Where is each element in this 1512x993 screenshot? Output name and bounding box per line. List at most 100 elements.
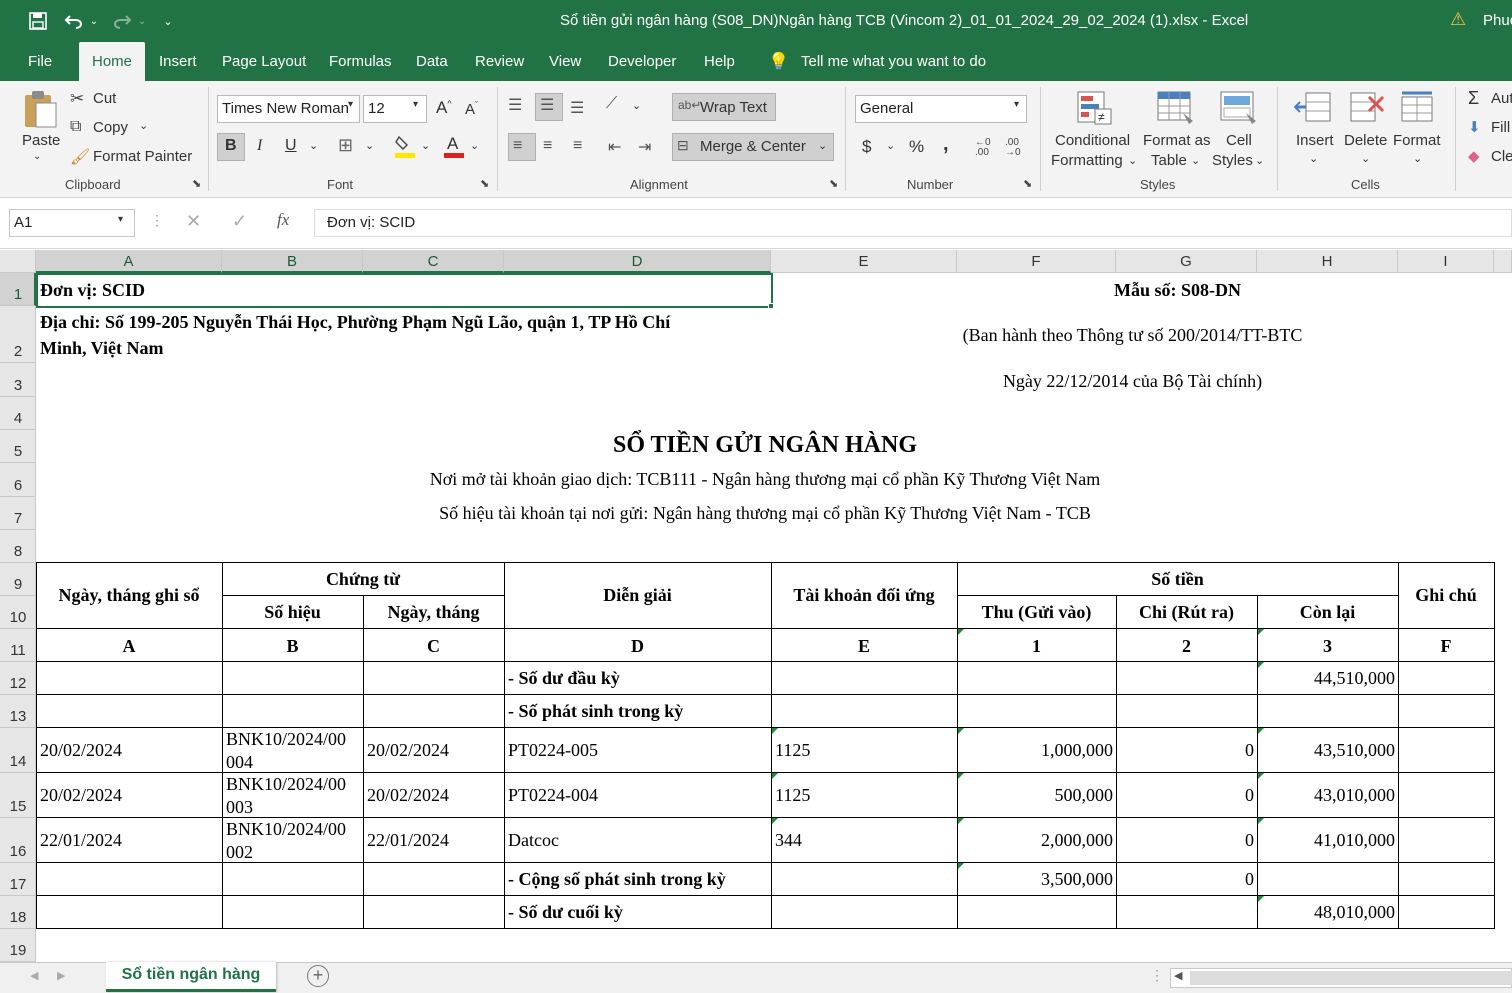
wrap-text-button[interactable]: Wrap Text [700,99,767,116]
code-cell[interactable]: 2 [1116,636,1257,657]
paste-button[interactable]: Paste [22,132,60,149]
row-header-2[interactable]: 2 [0,306,36,363]
entry-chi[interactable]: 0 [1116,830,1254,851]
header-tai-khoan-doi-ung[interactable]: Tài khoản đối ứng [771,585,957,606]
don-vi-cell[interactable]: Đơn vị: SCID [40,280,145,301]
row-header-19[interactable]: 19 [0,929,36,962]
delete-dropdown-icon[interactable]: ⌄ [1361,152,1370,165]
customize-quick-access-icon[interactable]: ⌄ [160,9,176,33]
increase-decimal-icon[interactable]: ←0.00 [975,138,991,158]
entry-thu[interactable]: 1,000,000 [957,740,1113,761]
column-header-d[interactable]: D [504,250,771,273]
row-header-5[interactable]: 5 [0,430,36,463]
percent-button[interactable]: % [909,137,924,157]
font-name-dropdown-icon[interactable]: ▾ [348,99,353,110]
align-left-icon[interactable]: ≡ [513,137,522,155]
code-cell[interactable]: B [222,636,363,657]
fill-icon[interactable]: ⬇ [1468,118,1481,136]
user-name[interactable]: Phuc [1483,12,1512,29]
currency-dropdown-icon[interactable]: ⌄ [886,139,895,152]
entry-dien-giai[interactable]: Datcoc [508,830,559,851]
cell-styles-button[interactable]: Cell [1226,132,1252,149]
undo-dropdown-icon[interactable]: ⌄ [88,9,100,33]
orientation-icon[interactable]: ⟋ [606,95,617,113]
selected-cell-a1[interactable] [36,273,773,308]
tab-file[interactable]: File [28,42,52,81]
tab-view[interactable]: View [549,42,581,81]
increase-font-icon[interactable]: A^ [436,98,452,118]
bold-button[interactable]: B [225,137,237,155]
scroll-sheets-left-icon[interactable]: ◀ [30,969,38,982]
entry-so-hieu[interactable]: BNK10/2024/00 004 [226,728,346,774]
conditional-formatting-icon[interactable]: ≠ [1077,91,1113,129]
borders-icon[interactable]: ⊞ [338,135,353,156]
code-cell[interactable]: E [771,636,957,657]
entry-chi[interactable]: 0 [1116,785,1254,806]
font-color-icon[interactable]: A [444,133,464,161]
fill-color-dropdown-icon[interactable]: ⌄ [421,139,430,152]
insert-cells-button[interactable]: Insert [1296,132,1334,149]
header-chi[interactable]: Chi (Rút ra) [1116,602,1257,623]
copy-icon[interactable]: ⧉ [70,118,81,136]
cell-styles-dropdown-icon[interactable]: ⌄ [1255,154,1264,167]
font-launcher-icon[interactable]: ⬊ [480,177,489,190]
name-box-dropdown-icon[interactable]: ▾ [118,214,123,225]
row-header-1[interactable]: 1 [0,273,36,306]
column-header-f[interactable]: F [957,250,1116,273]
comma-button[interactable]: , [943,133,949,156]
entry-so-hieu[interactable]: BNK10/2024/00 003 [226,773,346,819]
column-header-c[interactable]: C [363,250,504,273]
row-header-7[interactable]: 7 [0,497,36,530]
conditional-dropdown-icon[interactable]: ⌄ [1128,154,1137,167]
row-header-17[interactable]: 17 [0,863,36,896]
row-header-6[interactable]: 6 [0,463,36,497]
tab-split-grip-icon[interactable]: ⋮ [1150,967,1164,984]
italic-button[interactable]: I [257,137,262,155]
horizontal-scrollbar-thumb[interactable] [1190,971,1512,985]
borders-dropdown-icon[interactable]: ⌄ [365,139,374,152]
copy-button[interactable]: Copy [93,119,128,136]
header-thu[interactable]: Thu (Gửi vào) [957,602,1116,623]
cong-phat-sinh-label[interactable]: - Cộng số phát sinh trong kỳ [508,869,726,890]
clipboard-launcher-icon[interactable]: ⬊ [192,177,201,190]
autosum-icon[interactable]: Σ [1468,88,1479,109]
clear-button[interactable]: Cle [1491,148,1512,165]
underline-button[interactable]: U [285,137,297,155]
row-header-4[interactable]: 4 [0,397,36,430]
format-cells-icon[interactable] [1400,91,1438,129]
tab-formulas[interactable]: Formulas [329,42,392,81]
row-header-8[interactable]: 8 [0,530,36,563]
dia-chi-cell-line-1[interactable]: Địa chỉ: Số 199-205 Nguyễn Thái Học, Phư… [40,312,670,333]
conditional-formatting-button[interactable]: Conditional [1055,132,1130,149]
enter-icon[interactable]: ✓ [232,211,247,232]
entry-ngay-chung-tu[interactable]: 22/01/2024 [367,830,449,851]
header-ngay-ghi-so[interactable]: Ngày, tháng ghi sổ [36,585,222,606]
column-header-e[interactable]: E [771,250,957,273]
scroll-sheets-right-icon[interactable]: ▶ [57,969,65,982]
number-launcher-icon[interactable]: ⬊ [1023,177,1032,190]
cong-phat-sinh-thu[interactable]: 3,500,000 [957,869,1113,890]
format-as-table-button[interactable]: Format as [1143,132,1211,149]
code-cell[interactable]: C [363,636,504,657]
currency-button[interactable]: $ [862,137,871,157]
row-header-12[interactable]: 12 [0,662,36,695]
code-cell[interactable]: A [36,636,222,657]
format-painter-icon[interactable]: 🖌 [70,147,90,167]
align-bottom-icon[interactable]: ☰ [570,98,584,118]
ban-hanh-cell[interactable]: (Ban hành theo Thông tư số 200/2014/TT-B… [880,325,1385,346]
worksheet-grid[interactable]: A B C D E F G H I 1 2 3 4 5 6 7 8 9 10 1… [0,250,1512,962]
code-cell[interactable]: 1 [957,636,1116,657]
entry-tai-khoan[interactable]: 344 [775,830,802,851]
name-box[interactable]: A1 [9,209,135,237]
phat-sinh-label[interactable]: - Số phát sinh trong kỳ [508,701,683,722]
entry-ngay[interactable]: 20/02/2024 [40,740,122,761]
entry-con-lai[interactable]: 43,510,000 [1257,740,1395,761]
insert-function-icon[interactable]: fx [277,210,289,230]
select-all-corner[interactable] [0,250,36,273]
so-du-cuoi-ky-value[interactable]: 48,010,000 [1257,902,1395,923]
undo-icon[interactable] [62,9,86,33]
entry-dien-giai[interactable]: PT0224-004 [508,785,598,806]
redo-dropdown-icon[interactable]: ⌄ [136,9,148,33]
entry-ngay-chung-tu[interactable]: 20/02/2024 [367,785,449,806]
entry-thu[interactable]: 500,000 [957,785,1114,806]
